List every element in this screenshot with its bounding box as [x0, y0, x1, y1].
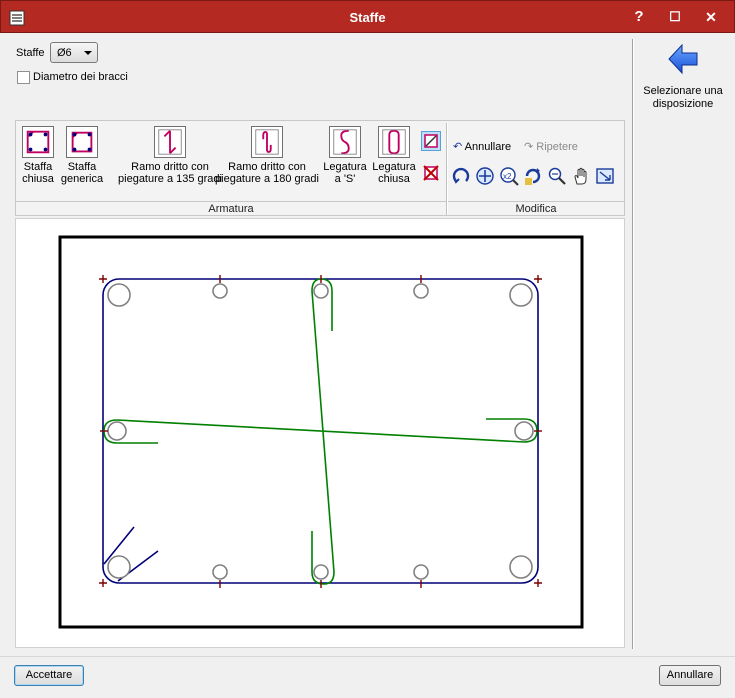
back-arrow-icon — [668, 43, 698, 75]
dialog-footer: Accettare Annullare — [0, 656, 735, 698]
ramo-180-label-2: piegature a 180 gradi — [215, 173, 319, 185]
modifica-group-caption: Modifica — [448, 201, 624, 216]
redo-button[interactable]: ↷ Ripetere — [524, 140, 578, 153]
undo-label: Annullare — [464, 141, 512, 153]
side-bar — [514, 421, 534, 441]
side-bar — [107, 421, 127, 441]
corner-bar — [509, 555, 533, 579]
chevron-down-icon — [84, 51, 92, 55]
rotate-arrow-icon[interactable] — [523, 166, 543, 186]
ramo-180-button[interactable]: Ramo dritto con piegature a 180 gradi — [214, 126, 320, 185]
zoom-extents-icon[interactable] — [595, 166, 615, 186]
ramo-180-label-1: Ramo dritto con — [228, 161, 306, 173]
ribbon-toolbar: Staffa chiusa Staffa generica Ramo dritt… — [15, 120, 625, 216]
staffa-chiusa-label-1: Staffa — [23, 161, 53, 173]
title-bar: Staffe ? ☐ ✕ — [0, 0, 735, 33]
legatura-s-label-2: a 'S' — [334, 173, 356, 185]
staffa-generica-label-1: Staffa — [67, 161, 97, 173]
legatura-s-label-1: Legatura — [323, 161, 367, 173]
section-drawing — [58, 235, 584, 629]
staffa-chiusa-label-2: chiusa — [22, 173, 54, 185]
help-icon[interactable]: ? — [625, 6, 653, 28]
intermediate-bar — [212, 564, 228, 580]
diametro-checkbox[interactable] — [17, 71, 30, 84]
intermediate-bar — [313, 564, 329, 580]
corner-bar — [107, 555, 131, 579]
ramo-135-label-1: Ramo dritto con — [131, 161, 209, 173]
dialog-content: Staffe Ø6 Diametro dei bracci Selezionar… — [6, 33, 729, 656]
svg-text:x2: x2 — [503, 172, 512, 181]
intermediate-bar — [212, 283, 228, 299]
undo-button[interactable]: ↶ Annullare — [453, 140, 511, 153]
move-icon[interactable] — [475, 166, 495, 186]
cancel-button[interactable]: Annullare — [659, 665, 721, 686]
intermediate-bar — [413, 283, 429, 299]
staffa-generica-button[interactable]: Staffa generica — [60, 126, 104, 185]
accept-button[interactable]: Accettare — [14, 665, 84, 686]
staffe-label: Staffe — [16, 47, 45, 59]
panel-divider — [632, 39, 634, 649]
generic-stirrup-icon — [66, 126, 98, 158]
legatura-s-button[interactable]: Legatura a 'S' — [322, 126, 368, 185]
staffe-select[interactable]: Ø6 — [50, 42, 98, 63]
armatura-group-caption: Armatura — [16, 201, 446, 216]
staffe-select-value: Ø6 — [57, 47, 72, 59]
corner-bar — [509, 283, 533, 307]
rotate-icon[interactable] — [451, 166, 471, 186]
intermediate-bar — [313, 283, 329, 299]
s-tie-icon — [329, 126, 361, 158]
select-disposition-label: Selezionare una disposizione — [643, 85, 723, 110]
zoom-icon[interactable] — [547, 166, 567, 186]
staffa-chiusa-button[interactable]: Staffa chiusa — [18, 126, 58, 185]
legatura-chiusa-button[interactable]: Legatura chiusa — [370, 126, 418, 185]
straight-leg-135-icon — [154, 126, 186, 158]
ramo-135-button[interactable]: Ramo dritto con piegature a 135 gradi — [112, 126, 228, 185]
undo-icon: ↶ — [453, 141, 463, 153]
select-disposition-button[interactable]: Selezionare una disposizione — [640, 39, 726, 110]
intermediate-bar — [413, 564, 429, 580]
pan-hand-icon[interactable] — [571, 166, 591, 186]
delete-icon[interactable] — [421, 163, 441, 183]
maximize-icon[interactable]: ☐ — [661, 6, 689, 28]
legatura-chiusa-label-1: Legatura — [372, 161, 416, 173]
close-icon[interactable]: ✕ — [697, 6, 725, 28]
scale-icon[interactable]: x2 — [499, 166, 519, 186]
drawing-canvas[interactable] — [15, 218, 625, 648]
legatura-chiusa-label-2: chiusa — [378, 173, 410, 185]
closed-tie-icon — [378, 126, 410, 158]
straight-leg-180-icon — [251, 126, 283, 158]
redo-label: Ripetere — [536, 141, 578, 153]
staffa-generica-label-2: generica — [60, 173, 104, 185]
redo-icon: ↷ — [524, 141, 534, 153]
edit-selected-icon[interactable] — [421, 131, 441, 151]
ramo-135-label-2: piegature a 135 gradi — [118, 173, 222, 185]
corner-bar — [107, 283, 131, 307]
closed-stirrup-icon — [22, 126, 54, 158]
diametro-label: Diametro dei bracci — [33, 71, 128, 83]
